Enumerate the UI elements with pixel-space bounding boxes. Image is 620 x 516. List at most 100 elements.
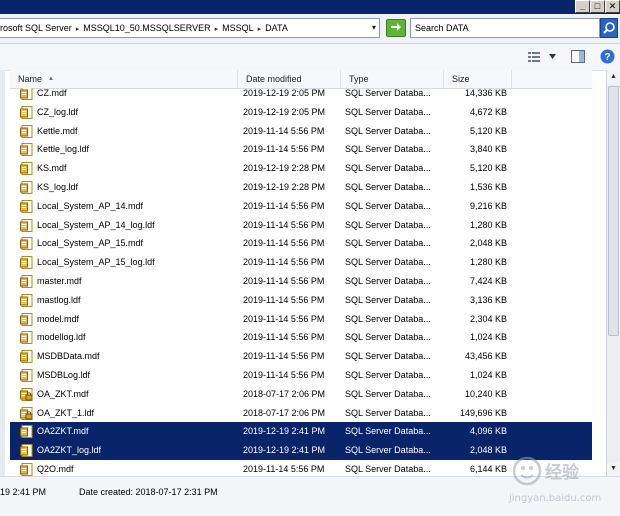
file-type: SQL Server Databa... xyxy=(345,370,431,380)
file-size: 3,136 KB xyxy=(469,294,507,305)
file-date-modified: 2019-12-19 2:05 PM xyxy=(243,88,326,98)
file-row[interactable]: Local_System_AP_14_log.ldf 2019-11-14 5:5… xyxy=(10,216,592,235)
address-history-dropdown-icon[interactable]: ▾ xyxy=(372,23,376,32)
breadcrumb-item[interactable]: MSSQL xyxy=(222,23,254,33)
file-date-modified: 2019-12-19 2:05 PM xyxy=(243,106,326,117)
file-type: SQL Server Databa... xyxy=(345,182,431,192)
ldf-file-icon xyxy=(20,331,33,345)
file-type: SQL Server Databa... xyxy=(345,144,431,155)
ldf-file-icon xyxy=(20,181,33,194)
file-type: SQL Server Databa... xyxy=(345,276,431,286)
locked-mdf-file-icon xyxy=(20,387,33,401)
minimize-button[interactable]: _ xyxy=(575,0,590,13)
file-row[interactable]: Kettle_log.ldf 2019-11-14 5:56 PM SQL Serv… xyxy=(10,140,592,159)
file-name: Local_System_AP_15_log.ldf xyxy=(37,257,155,268)
mdf-file-icon xyxy=(20,350,33,364)
mdf-file-icon xyxy=(20,237,33,251)
file-date-modified: 2019-12-19 2:28 PM xyxy=(243,163,326,174)
file-date-modified: 2019-11-14 5:56 PM xyxy=(243,257,325,268)
file-date-modified: 2019-11-14 5:56 PM xyxy=(243,370,325,380)
search-button[interactable] xyxy=(600,18,618,38)
ldf-file-icon xyxy=(20,444,33,458)
mdf-file-icon xyxy=(20,275,33,288)
file-row[interactable]: Local_System_AP_15_log.ldf 2019-11-14 5:5… xyxy=(10,253,592,272)
file-date-modified: 2019-11-14 5:56 PM xyxy=(243,125,325,136)
file-size: 9,216 KB xyxy=(469,200,507,211)
file-row[interactable]: modellog.ldf 2019-11-14 5:56 PM SQL Server… xyxy=(10,328,592,347)
scroll-up-icon[interactable]: ▲ xyxy=(607,70,620,84)
column-header-type[interactable]: Type xyxy=(341,70,444,88)
breadcrumb-item[interactable]: DATA xyxy=(265,23,288,33)
file-size: 10,240 KB xyxy=(464,388,507,399)
column-header-date[interactable]: Date modified xyxy=(238,70,341,88)
ldf-file-icon xyxy=(20,143,33,157)
file-row[interactable]: Local_System_AP_14.mdf 2019-11-14 5:56 PM… xyxy=(10,197,592,216)
file-row[interactable]: CZ.mdf 2019-12-19 2:05 PM SQL Server Datab… xyxy=(10,88,592,103)
file-row[interactable]: Kettle.mdf 2019-11-14 5:56 PM SQL Server D… xyxy=(10,122,592,141)
column-header: Name ▲ Date modified Type Size xyxy=(10,70,592,89)
file-date-modified: 2019-11-14 5:56 PM xyxy=(243,144,325,155)
mdf-file-icon xyxy=(20,88,33,100)
file-row[interactable]: model.mdf 2019-11-14 5:56 PM SQL Server Da… xyxy=(10,310,592,329)
file-date-modified: 2019-12-19 2:28 PM xyxy=(243,182,326,192)
file-date-modified: 2018-07-17 2:06 PM xyxy=(243,407,326,418)
column-header-name-label: Name xyxy=(18,74,43,84)
breadcrumb-separator-icon[interactable]: ▸ xyxy=(258,25,262,33)
file-name: CZ_log.ldf xyxy=(37,106,79,117)
help-icon[interactable]: ? xyxy=(600,49,615,64)
column-header-size[interactable]: Size xyxy=(444,70,512,88)
file-name: OA2ZKT.mdf xyxy=(37,426,89,437)
file-size: 4,096 KB xyxy=(469,426,507,437)
locked-ldf-file-icon xyxy=(20,406,33,420)
vertical-scrollbar[interactable]: ▲ ▼ xyxy=(606,70,620,476)
scroll-down-icon[interactable]: ▼ xyxy=(607,462,620,476)
file-size: 5,120 KB xyxy=(469,125,507,136)
file-row[interactable]: CZ_log.ldf 2019-12-19 2:05 PM SQL Server D… xyxy=(10,103,592,122)
mdf-file-icon xyxy=(20,312,33,326)
maximize-button[interactable]: □ xyxy=(590,0,605,13)
refresh-button[interactable] xyxy=(386,19,406,37)
breadcrumb-item[interactable]: rosoft SQL Server xyxy=(0,23,72,33)
file-size: 6,144 KB xyxy=(469,464,507,474)
close-button[interactable]: ✕ xyxy=(605,0,620,13)
address-box[interactable]: rosoft SQL Server ▸ MSSQL10_50.MSSQLSERVER… xyxy=(0,18,380,38)
file-row[interactable]: Local_System_AP_15.mdf 2019-11-14 5:56 PM… xyxy=(10,234,592,253)
file-row[interactable]: OA_ZKT_1.ldf 2018-07-17 2:06 PM SQL Server… xyxy=(10,404,592,423)
file-size: 4,672 KB xyxy=(469,106,507,117)
mdf-file-icon xyxy=(20,425,33,439)
scrollbar-thumb[interactable] xyxy=(608,86,619,336)
breadcrumb-separator-icon[interactable]: ▸ xyxy=(215,25,219,33)
file-type: SQL Server Databa... xyxy=(345,106,431,117)
file-type: SQL Server Databa... xyxy=(345,464,431,474)
file-date-modified: 2018-07-17 2:06 PM xyxy=(243,388,326,399)
file-row[interactable]: mastlog.ldf 2019-11-14 5:56 PM SQL Server … xyxy=(10,291,592,310)
file-size: 2,048 KB xyxy=(469,238,507,249)
file-row[interactable]: MSDBLog.ldf 2019-11-14 5:56 PM SQL Server … xyxy=(10,366,592,385)
file-row[interactable]: KS.mdf 2019-12-19 2:28 PM SQL Server Datab… xyxy=(10,159,592,178)
file-row[interactable]: OA2ZKT.mdf 2019-12-19 2:41 PM SQL Server D… xyxy=(10,422,592,442)
preview-pane-icon[interactable] xyxy=(571,50,585,63)
file-row[interactable]: MSDBData.mdf 2019-11-14 5:56 PM SQL Server… xyxy=(10,347,592,366)
file-type: SQL Server Databa... xyxy=(345,238,431,249)
column-header-type-label: Type xyxy=(349,74,369,84)
file-date-modified: 2019-11-14 5:56 PM xyxy=(243,294,325,305)
file-row[interactable]: master.mdf 2019-11-14 5:56 PM SQL Server D… xyxy=(10,272,592,291)
views-icon[interactable] xyxy=(528,51,540,63)
file-name: Q2O.mdf xyxy=(37,464,74,474)
breadcrumb-item[interactable]: MSSQL10_50.MSSQLSERVER xyxy=(83,23,210,33)
file-row[interactable]: OA2ZKT_log.ldf 2019-12-19 2:41 PM SQL Serv… xyxy=(10,441,592,461)
search-box xyxy=(410,18,600,38)
file-row[interactable]: Q2O.mdf 2019-11-14 5:56 PM SQL Server Data… xyxy=(10,460,592,476)
file-type: SQL Server Databa... xyxy=(345,88,431,98)
column-header-size-label: Size xyxy=(452,74,470,84)
search-input[interactable] xyxy=(415,21,585,35)
file-row[interactable]: KS_log.ldf 2019-12-19 2:28 PM SQL Server D… xyxy=(10,178,592,197)
file-size: 2,304 KB xyxy=(469,313,507,324)
file-row[interactable]: OA_ZKT.mdf 2018-07-17 2:06 PM SQL Server D… xyxy=(10,385,592,404)
views-dropdown-icon[interactable] xyxy=(549,54,556,59)
file-type: SQL Server Databa... xyxy=(345,313,431,324)
file-size: 14,336 KB xyxy=(464,88,507,98)
file-size: 1,536 KB xyxy=(469,182,507,192)
breadcrumb-separator-icon[interactable]: ▸ xyxy=(76,25,80,33)
column-header-name[interactable]: Name ▲ xyxy=(10,70,238,88)
